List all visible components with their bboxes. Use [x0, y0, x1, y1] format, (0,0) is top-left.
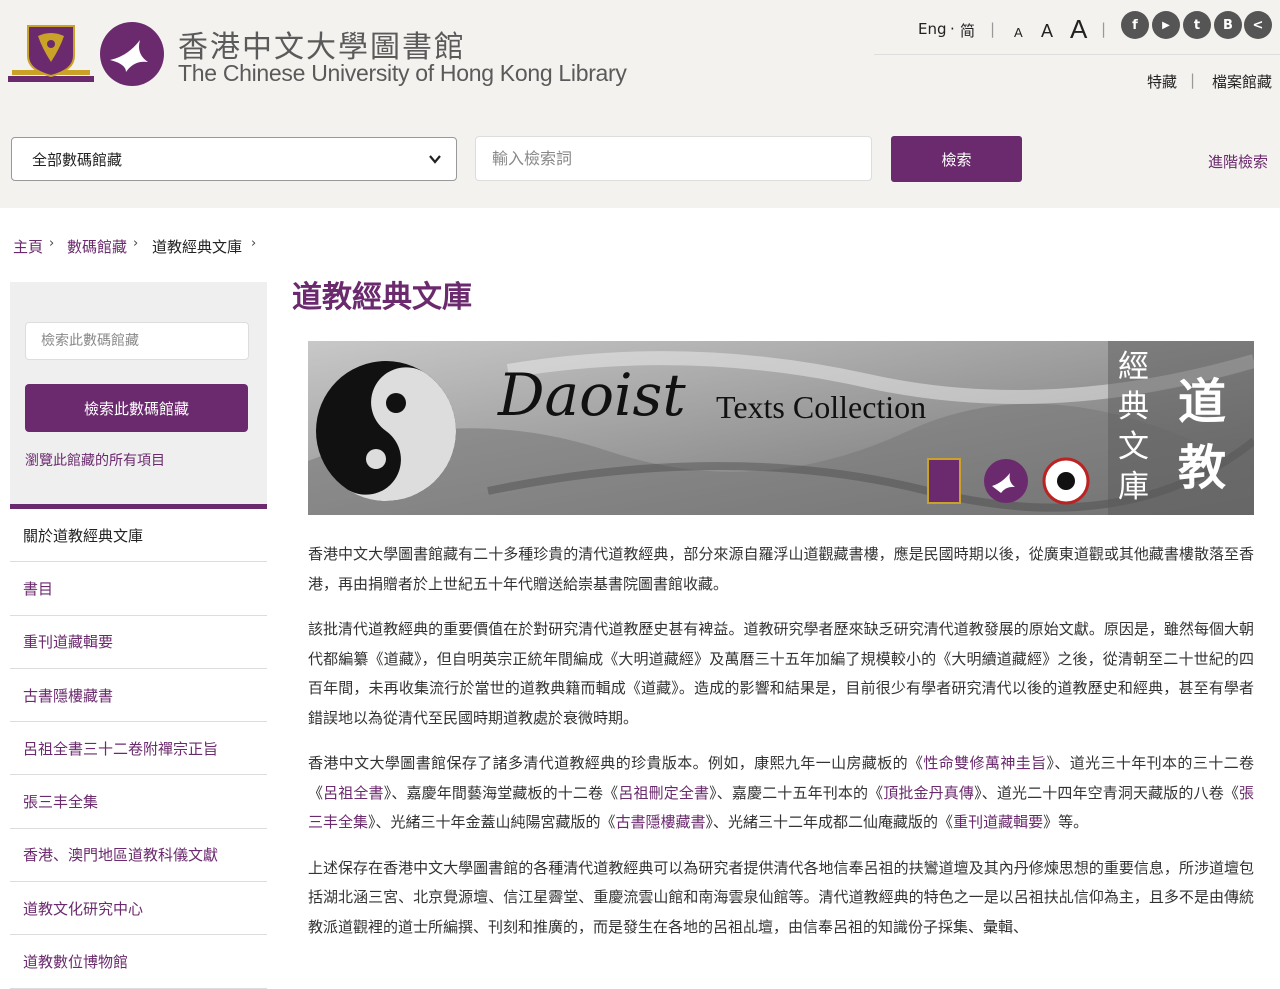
- font-size-large-button[interactable]: A: [1070, 14, 1087, 45]
- browse-all-items-link[interactable]: 瀏覽此館藏的所有項目: [25, 450, 165, 470]
- search-input[interactable]: [475, 136, 872, 181]
- collection-search-input[interactable]: [25, 322, 249, 360]
- sidebar-item-research-centre[interactable]: 道教文化研究中心: [10, 882, 267, 936]
- library-bird-logo-icon[interactable]: [98, 20, 166, 88]
- lang-dot-separator: ·: [950, 20, 955, 38]
- banner-vertical-text-1: 經典文庫: [1118, 349, 1149, 505]
- collection-description: 香港中文大學圖書館藏有二十多種珍貴的清代道教經典，部分來源自羅浮山道觀藏書樓，應…: [308, 540, 1254, 958]
- sidebar-item-hk-macau-rituals[interactable]: 香港、澳門地區道教科儀文獻: [10, 829, 267, 883]
- divider: |: [990, 20, 996, 38]
- sidebar-item-catalogue[interactable]: 書目: [10, 562, 267, 616]
- divider: |: [1101, 20, 1107, 38]
- breadcrumb-home[interactable]: 主頁: [13, 236, 43, 257]
- collection-scope-value: 全部數碼館藏: [32, 150, 123, 169]
- breadcrumb-separator: ›: [49, 236, 55, 251]
- banner-logos: [927, 457, 1090, 505]
- sidebar-item-daozang-jiyao[interactable]: 重刊道藏輯要: [10, 616, 267, 669]
- special-collections-link[interactable]: 特藏: [1147, 71, 1177, 92]
- font-size-medium-button[interactable]: A: [1041, 21, 1053, 42]
- paragraph-significance: 該批清代道教經典的重要價值在於對研究清代道教歷史甚有裨益。道教研究學者歷來缺乏研…: [308, 620, 1254, 727]
- breadcrumb-digital-collections[interactable]: 數碼館藏: [67, 236, 127, 257]
- breadcrumb-separator: ›: [251, 236, 257, 251]
- blog-icon[interactable]: B: [1214, 11, 1242, 39]
- paragraph-origin: 香港中文大學圖書館藏有二十多種珍貴的清代道教經典，部分來源自羅浮山道觀藏書樓，應…: [308, 545, 1254, 593]
- sidebar-nav: 關於道教經典文庫 書目 重刊道藏輯要 古書隱樓藏書 呂祖全書三十二卷附禪宗正旨 …: [10, 509, 267, 989]
- facebook-icon[interactable]: f: [1121, 11, 1149, 39]
- library-name-english: The Chinese University of Hong Kong Libr…: [178, 60, 627, 86]
- sidebar-item-digital-museum[interactable]: 道教數位博物館: [10, 935, 267, 989]
- link-dingpi-jindan[interactable]: 頂批金丹真傳: [883, 784, 974, 802]
- search-bar: 全部數碼館藏 檢索 進階檢索: [0, 120, 1280, 208]
- twitter-icon[interactable]: t: [1183, 11, 1211, 39]
- paragraph-altars: 上述保存在香港中文大學圖書館的各種清代道教經典可以為研究者提供清代各地信奉呂祖的…: [308, 858, 1254, 936]
- collection-scope-select[interactable]: 全部數碼館藏: [11, 137, 457, 181]
- breadcrumb-separator: ›: [133, 236, 139, 251]
- sidebar-item-gushu-yinlou[interactable]: 古書隱樓藏書: [10, 669, 267, 723]
- chevron-down-icon: [429, 155, 441, 164]
- lang-simplified-link[interactable]: 简: [960, 20, 975, 41]
- lang-english-link[interactable]: Eng: [918, 20, 947, 38]
- archives-link[interactable]: 檔案館藏: [1212, 71, 1272, 92]
- link-lvzu-shanding[interactable]: 呂祖刪定全書: [618, 784, 709, 802]
- youtube-icon[interactable]: ▶: [1152, 11, 1180, 39]
- banner-caption: Texts Collection: [716, 389, 927, 425]
- link-gushu-yinlou[interactable]: 古書隱樓藏書: [616, 813, 706, 831]
- advanced-search-link[interactable]: 進階檢索: [1208, 151, 1268, 172]
- collection-search-button[interactable]: 檢索此數碼館藏: [25, 384, 248, 432]
- banner-script-text: Daoist: [498, 361, 686, 429]
- sidebar-item-zhang-sanfeng[interactable]: 張三丰全集: [10, 775, 267, 829]
- paragraph-editions: 香港中文大學圖書館保存了諸多清代道教經典的珍貴版本。例如，康熙九年一山房藏板的《…: [308, 754, 1254, 831]
- font-size-small-button[interactable]: A: [1014, 25, 1023, 40]
- share-icon[interactable]: <: [1244, 11, 1272, 39]
- cuhk-seal-logo-icon[interactable]: [8, 22, 94, 86]
- link-daozang-jiyao[interactable]: 重刊道藏輯要: [953, 813, 1043, 831]
- header-divider: [874, 54, 1280, 55]
- sidebar-item-about[interactable]: 關於道教經典文庫: [10, 509, 267, 563]
- link-lvzu-quanshu[interactable]: 呂祖全書: [323, 784, 384, 802]
- banner-image: [308, 341, 1254, 515]
- search-button[interactable]: 檢索: [891, 136, 1022, 182]
- breadcrumb-current: 道教經典文庫: [152, 238, 243, 256]
- page-title: 道教經典文庫: [292, 280, 472, 315]
- collection-banner: Daoist Texts Collection 經典文庫 道教: [308, 341, 1254, 515]
- divider: |: [1190, 71, 1196, 89]
- link-xingming-shuangxiu[interactable]: 性命雙修萬神圭旨: [923, 754, 1046, 772]
- site-header: 香港中文大學圖書館 The Chinese University of Hong…: [0, 0, 1280, 120]
- sidebar-search-panel: 檢索此數碼館藏 瀏覽此館藏的所有項目: [10, 282, 267, 504]
- banner-vertical-text-2: 道教: [1178, 374, 1227, 496]
- sidebar-item-lvzu-quanshu[interactable]: 呂祖全書三十二卷附禪宗正旨: [10, 722, 267, 776]
